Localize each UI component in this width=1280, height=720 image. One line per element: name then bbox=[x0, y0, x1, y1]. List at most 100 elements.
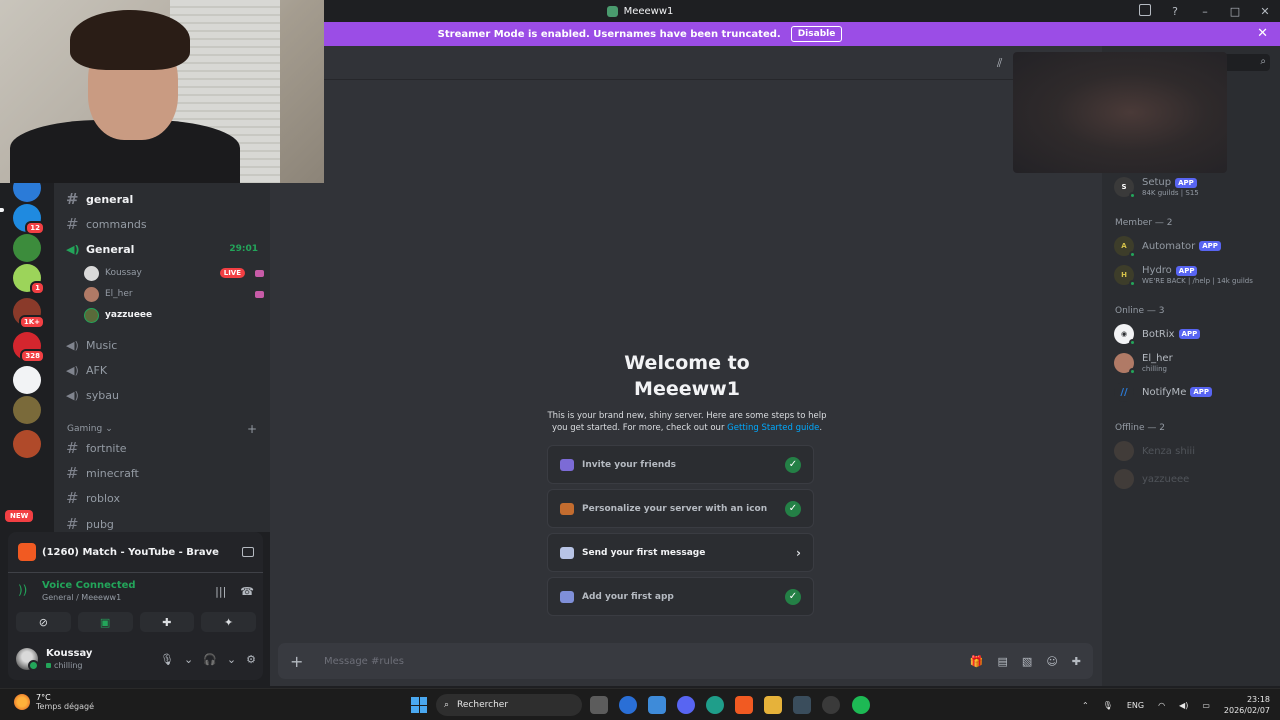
personalize-icon bbox=[560, 502, 574, 515]
server-icon[interactable] bbox=[13, 430, 41, 458]
weather-temp: 7°C bbox=[36, 693, 51, 702]
terminal-icon[interactable] bbox=[793, 696, 811, 714]
mic-icon[interactable]: 🎙 bbox=[160, 653, 174, 666]
voice-status[interactable]: Voice Connected bbox=[42, 580, 136, 591]
search-app-icon[interactable] bbox=[619, 696, 637, 714]
member-name: BotRix bbox=[1142, 328, 1175, 340]
voice-user[interactable]: yazzueee bbox=[84, 305, 264, 325]
headphones-icon[interactable]: 🎧 bbox=[203, 653, 217, 666]
task-label: Personalize your server with an icon bbox=[582, 503, 768, 514]
search-input[interactable]: ⌕ bbox=[1222, 54, 1270, 71]
member-elher[interactable]: El_her chilling bbox=[1114, 350, 1274, 376]
clock[interactable]: 23:18 2026/02/07 bbox=[1224, 694, 1270, 716]
disconnect-icon[interactable]: ☎ bbox=[240, 585, 254, 598]
server-icon[interactable]: 12 bbox=[13, 204, 45, 235]
file-explorer-icon[interactable] bbox=[764, 696, 782, 714]
add-channel-icon[interactable]: + bbox=[247, 422, 257, 436]
clock-date: 2026/02/07 bbox=[1223, 706, 1270, 715]
battery-icon[interactable]: ▭ bbox=[1202, 701, 1210, 710]
member-hydro[interactable]: H Hydro APP WE'RE BACK | /help | 14k guil… bbox=[1114, 262, 1274, 288]
avatar bbox=[1114, 441, 1134, 461]
channel-name: AFK bbox=[86, 363, 108, 377]
voice-channel-sybau[interactable]: ◀) sybau bbox=[66, 384, 266, 406]
voice-connected-row: )) Voice Connected General / Meeeww1 |||… bbox=[18, 580, 254, 602]
taskbar-search[interactable]: ⌕ Rechercher bbox=[436, 694, 582, 716]
gif-icon[interactable]: ▤ bbox=[998, 655, 1008, 668]
channel-fortnite[interactable]: # fortnite bbox=[66, 437, 266, 459]
server-icon[interactable]: 1 bbox=[13, 264, 45, 295]
chevron-down-icon[interactable]: ⌄ bbox=[227, 653, 236, 666]
wifi-icon[interactable]: ◠ bbox=[1158, 701, 1165, 710]
gear-icon[interactable]: ⚙ bbox=[246, 653, 256, 666]
member-setup[interactable]: S Setup APP 84K guilds | S15 bbox=[1114, 174, 1274, 200]
server-icon[interactable]: 328 bbox=[13, 332, 45, 363]
help-icon[interactable]: ? bbox=[1160, 5, 1190, 18]
hash-icon: # bbox=[66, 464, 79, 482]
add-attachment-icon[interactable]: + bbox=[290, 652, 318, 671]
close-icon[interactable]: ✕ bbox=[1250, 5, 1280, 18]
windows-start-icon[interactable] bbox=[411, 697, 427, 713]
activities-button[interactable]: ✚ bbox=[139, 612, 195, 632]
noise-suppression-icon[interactable]: ||| bbox=[215, 585, 226, 598]
store-icon[interactable] bbox=[648, 696, 666, 714]
message-input[interactable]: Message #rules bbox=[324, 656, 404, 667]
task-view-icon[interactable] bbox=[590, 696, 608, 714]
banner-close-icon[interactable]: ✕ bbox=[1257, 26, 1268, 41]
maximize-icon[interactable]: □ bbox=[1220, 5, 1250, 18]
volume-icon[interactable]: ◀) bbox=[1179, 701, 1188, 710]
app-badge: APP bbox=[1175, 265, 1198, 276]
voice-channel-afk[interactable]: ◀) AFK bbox=[66, 359, 266, 381]
channel-general[interactable]: # general bbox=[66, 188, 266, 210]
server-icon[interactable] bbox=[13, 396, 41, 424]
screen-share-button[interactable]: ▣ bbox=[77, 612, 133, 632]
mic-icon[interactable]: 🎙 bbox=[1103, 701, 1113, 710]
soundboard-button[interactable]: ✦ bbox=[201, 612, 256, 632]
member-notifyme[interactable]: // NotifyMe APP bbox=[1114, 379, 1274, 405]
task-add-first-app[interactable]: Add your first app ✓ bbox=[547, 577, 814, 616]
voice-channel-music[interactable]: ◀) Music bbox=[66, 334, 266, 356]
channel-commands[interactable]: # commands bbox=[66, 213, 266, 235]
language-indicator[interactable]: ENG bbox=[1127, 701, 1144, 710]
member-automator[interactable]: A Automator APP bbox=[1114, 233, 1274, 259]
edge-icon[interactable] bbox=[706, 696, 724, 714]
camera-off-button[interactable]: ⊘ bbox=[16, 612, 71, 632]
chevron-down-icon[interactable]: ⌄ bbox=[184, 653, 193, 666]
inbox-icon[interactable] bbox=[1130, 3, 1160, 19]
stream-preview-row[interactable]: (1260) Match - YouTube - Brave bbox=[18, 542, 254, 562]
minimize-icon[interactable]: – bbox=[1190, 5, 1220, 18]
voice-user[interactable]: Koussay LIVE bbox=[84, 263, 264, 283]
username[interactable]: Koussay bbox=[46, 648, 92, 659]
member-botrix[interactable]: ◉ BotRix APP bbox=[1114, 321, 1274, 347]
discord-icon[interactable] bbox=[677, 696, 695, 714]
clock-time: 23:18 bbox=[1246, 695, 1270, 704]
category-gaming[interactable]: Gaming ⌄ + bbox=[67, 422, 257, 436]
avatar[interactable] bbox=[16, 648, 39, 671]
gift-icon[interactable]: 🎁 bbox=[970, 655, 984, 668]
task-send-first-message[interactable]: Send your first message › bbox=[547, 533, 814, 572]
task-personalize-server[interactable]: Personalize your server with an icon ✓ bbox=[547, 489, 814, 528]
apps-icon[interactable]: ✚ bbox=[1072, 655, 1081, 668]
member-kenza[interactable]: Kenza shiii bbox=[1114, 438, 1274, 464]
sticker-icon[interactable]: ▧ bbox=[1022, 655, 1032, 668]
channel-minecraft[interactable]: # minecraft bbox=[66, 462, 266, 484]
obs-icon[interactable] bbox=[822, 696, 840, 714]
voice-user[interactable]: El_her bbox=[84, 284, 264, 304]
stop-stream-icon[interactable] bbox=[242, 547, 254, 557]
emoji-icon[interactable]: ☺ bbox=[1046, 655, 1057, 668]
task-invite-friends[interactable]: Invite your friends ✓ bbox=[547, 445, 814, 484]
weather-widget[interactable]: 7°C Temps dégagé bbox=[14, 693, 94, 711]
getting-started-link[interactable]: Getting Started guide bbox=[727, 423, 819, 433]
threads-icon[interactable]: ⫽ bbox=[997, 56, 1002, 71]
spotify-icon[interactable] bbox=[852, 696, 870, 714]
chevron-up-icon[interactable]: ⌃ bbox=[1082, 701, 1089, 710]
new-badge: NEW bbox=[5, 510, 34, 522]
server-icon[interactable] bbox=[13, 234, 41, 262]
voice-channel-general[interactable]: ◀) General 29:01 bbox=[66, 238, 266, 260]
channel-roblox[interactable]: # roblox bbox=[66, 487, 266, 509]
member-yazzueee[interactable]: yazzueee bbox=[1114, 466, 1274, 492]
voice-location[interactable]: General / Meeeww1 bbox=[42, 593, 136, 602]
server-icon[interactable]: 1K+ bbox=[13, 298, 45, 329]
brave-icon[interactable] bbox=[735, 696, 753, 714]
disable-button[interactable]: Disable bbox=[790, 26, 843, 42]
server-icon[interactable] bbox=[13, 366, 41, 394]
